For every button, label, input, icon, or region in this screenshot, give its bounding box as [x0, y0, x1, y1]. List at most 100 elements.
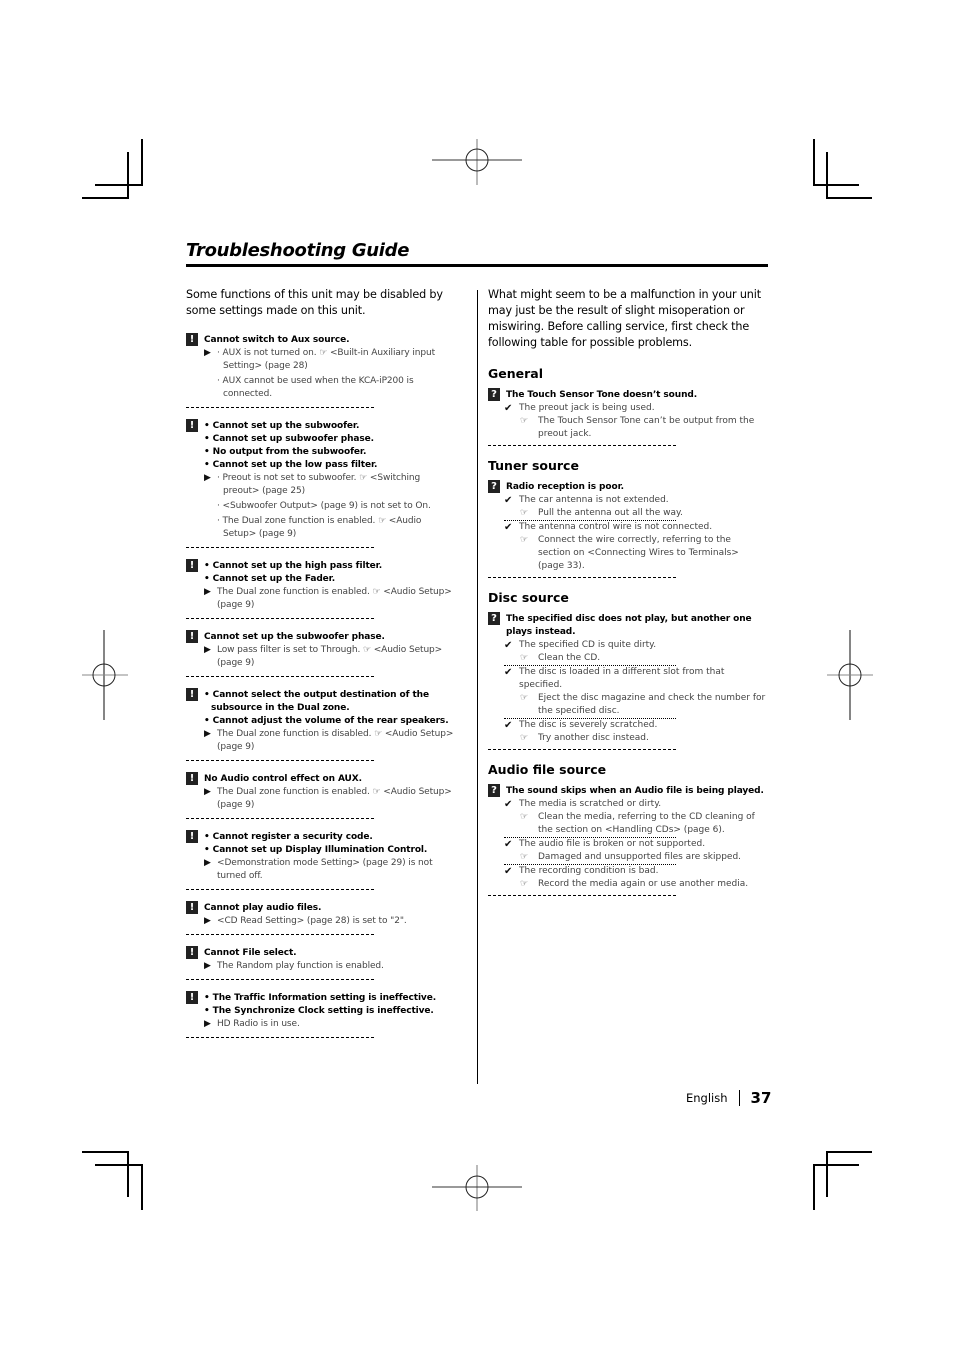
question-icon: ?: [488, 612, 500, 625]
solution: ▶ <CD Read Setting> (page 28) is set to "…: [186, 915, 456, 930]
cause-text: The antenna control wire is not connecte…: [519, 522, 713, 532]
problem-text: • Cannot register a security code.: [204, 832, 373, 842]
left-column: Some functions of this unit may be disab…: [186, 287, 466, 1050]
problem-block-content: ! Cannot File select. ▶ The Random play fun…: [186, 946, 456, 975]
problem-block-content: ! • Cannot select the output destination …: [186, 688, 456, 756]
problem-list: • Cannot register a security code. • Cann…: [204, 831, 427, 857]
problem-header: ! • Cannot set up the high pass filter. • …: [186, 559, 456, 586]
page-title: Troubleshooting Guide: [186, 240, 410, 261]
problem-header: ! • Cannot select the output destination …: [186, 688, 456, 728]
remedy-text: Try another disc instead.: [538, 733, 649, 743]
problem-list: Cannot File select.: [204, 947, 297, 960]
problem-block-content: ! No Audio control effect on AUX. ▶ The Dua…: [186, 772, 456, 814]
problem-block: ! Cannot File select. ▶ The Random play fun…: [186, 946, 384, 980]
solution-list: The Dual zone function is enabled. ☞ <Au…: [217, 586, 456, 614]
warning-icon: !: [186, 419, 198, 432]
check-icon: ✔: [504, 866, 513, 877]
solution-text: The Dual zone function is enabled. ☞ <Au…: [217, 787, 452, 810]
check-icon: ✔: [504, 720, 513, 731]
pointing-hand-icon: ☞: [520, 653, 529, 663]
cause: ✔ The preout jack is being used.: [488, 402, 766, 415]
problem-header: ! No Audio control effect on AUX.: [186, 772, 456, 786]
problem-header: ! Cannot play audio files.: [186, 901, 456, 915]
problem-text: • Cannot set up Display Illumination Con…: [204, 845, 428, 855]
cause-text: The disc is severely scratched.: [519, 720, 658, 730]
check-icon: ✔: [504, 667, 513, 678]
problem-list: • The Traffic Information setting is ine…: [204, 992, 436, 1018]
remedy: ☞ Clean the media, referring to the CD cl…: [488, 811, 766, 837]
problem-block: ? Radio reception is poor. ✔ The car antenn…: [488, 480, 739, 578]
solution-text: <CD Read Setting> (page 28) is set to "2…: [217, 916, 407, 926]
remedy-text: Damaged and unsupported files are skippe…: [538, 852, 742, 862]
problem-header: ! Cannot File select.: [186, 946, 456, 960]
cause: ✔ The car antenna is not extended.: [488, 494, 766, 507]
warning-icon: !: [186, 333, 198, 346]
arrow-icon: ▶: [204, 729, 211, 739]
remedy: ☞ The Touch Sensor Tone can’t be output f…: [488, 415, 766, 441]
left-intro: Some functions of this unit may be disab…: [186, 288, 443, 317]
problem-text: Cannot switch to Aux source.: [204, 335, 350, 345]
solution-list: · Preout is not set to subwoofer. ☞ <Swi…: [217, 472, 456, 543]
remedy-text: Connect the wire correctly, referring to…: [538, 535, 739, 571]
problem-text: • Cannot set up the low pass filter.: [204, 460, 378, 470]
remedy-text: Eject the disc magazine and check the nu…: [538, 693, 766, 716]
problem-list: • Cannot set up the subwoofer. • Cannot s…: [204, 420, 377, 472]
problem-block: ? The sound skips when an Audio file is b…: [488, 784, 764, 896]
problem-text: • Cannot set up the Fader.: [204, 574, 336, 584]
problem-block: ! • Cannot register a security code. • Can…: [186, 830, 433, 890]
pointing-hand-icon: ☞: [520, 693, 529, 703]
problem-text: • Cannot adjust the volume of the rear s…: [204, 716, 449, 726]
problem-text: • Cannot set up subwoofer phase.: [204, 434, 374, 444]
check-icon: ✔: [504, 403, 513, 414]
title-rule: [186, 264, 768, 267]
problem-block-content: ! • Cannot register a security code. • Can…: [186, 830, 456, 885]
problem-text: • The Traffic Information setting is ine…: [204, 993, 437, 1003]
solution-list: The Dual zone function is disabled. ☞ <A…: [217, 728, 456, 756]
cause-text: The car antenna is not extended.: [519, 495, 669, 505]
warning-icon: !: [186, 559, 198, 572]
problem-header: ! Cannot switch to Aux source.: [186, 333, 456, 347]
warning-icon: !: [186, 946, 198, 959]
problem-block-content: ! Cannot play audio files. ▶ <CD Read Setti…: [186, 901, 456, 930]
remedy-text: Pull the antenna out all the way.: [538, 508, 683, 518]
cause: ✔ The antenna control wire is not connect…: [488, 521, 766, 534]
warning-icon: !: [186, 772, 198, 785]
problem-block: ! • Cannot select the output destination …: [186, 688, 453, 761]
problem-text: • Cannot set up the subwoofer.: [204, 421, 360, 431]
check-icon: ✔: [504, 522, 513, 533]
pointing-hand-icon: ☞: [520, 852, 529, 862]
problem-list: No Audio control effect on AUX.: [204, 773, 362, 786]
cause: ✔ The recording condition is bad.: [488, 865, 766, 878]
warning-icon: !: [186, 830, 198, 843]
solution: ▶ The Dual zone function is enabled. ☞ <A…: [186, 786, 456, 814]
problem-block: ! Cannot set up the subwoofer phase. ▶ Low …: [186, 630, 442, 677]
problem-block: ? The specified disc does not play, but a…: [488, 612, 765, 750]
pointing-hand-icon: ☞: [520, 812, 529, 822]
remedy: ☞ Connect the wire correctly, referring t…: [488, 534, 766, 573]
cause-text: The disc is loaded in a different slot f…: [519, 667, 725, 690]
problem-text: The Touch Sensor Tone doesn’t sound.: [506, 390, 698, 400]
arrow-icon: ▶: [204, 858, 211, 868]
page-footer: English 37: [686, 1089, 771, 1107]
solution-text: Low pass filter is set to Through. ☞ <Au…: [217, 645, 443, 668]
solution: ▶ <Demonstration mode Setting> (page 29) …: [186, 857, 456, 885]
solution-list: · AUX is not turned on. ☞ <Built-in Auxi…: [217, 347, 456, 403]
arrow-icon: ▶: [204, 961, 211, 971]
cause-text: The audio file is broken or not supporte…: [519, 839, 706, 849]
problem-block-content: ! • Cannot set up the subwoofer. • Cannot …: [186, 419, 456, 543]
solution: ▶ HD Radio is in use.: [186, 1018, 456, 1033]
solution-text: · The Dual zone function is enabled. ☞ <…: [217, 516, 422, 539]
problem-block: ! Cannot play audio files. ▶ <CD Read Setti…: [186, 901, 407, 935]
problem-text: • No output from the subwoofer.: [204, 447, 367, 457]
problem-block: ! No Audio control effect on AUX. ▶ The Dua…: [186, 772, 452, 819]
arrow-icon: ▶: [204, 348, 211, 358]
problem-text: • Cannot set up the high pass filter.: [204, 561, 383, 571]
pointing-hand-icon: ☞: [520, 733, 529, 743]
solution-text: The Random play function is enabled.: [217, 961, 384, 971]
problem-text: • The Synchronize Clock setting is ineff…: [204, 1006, 434, 1016]
arrow-icon: ▶: [204, 587, 211, 597]
remedy-text: Clean the CD.: [538, 653, 601, 663]
warning-icon: !: [186, 630, 198, 643]
problem-list: • Cannot select the output destination o…: [204, 689, 456, 728]
remedy: ☞ Try another disc instead.: [488, 732, 766, 745]
